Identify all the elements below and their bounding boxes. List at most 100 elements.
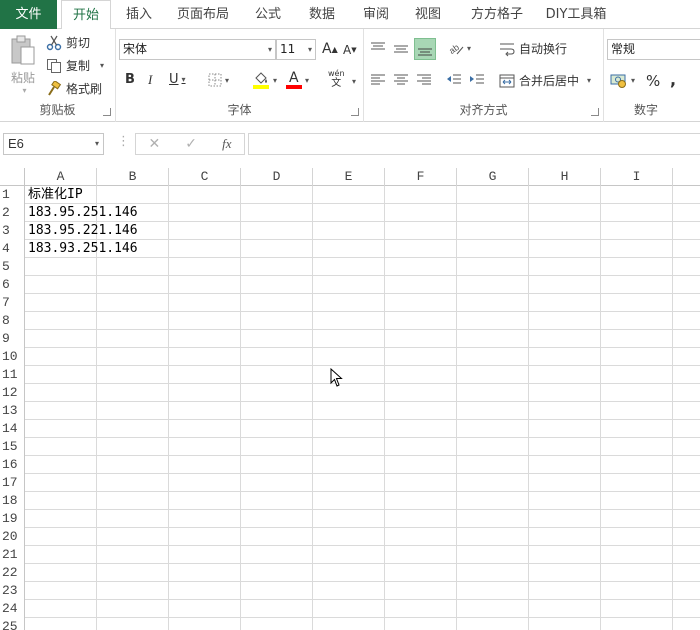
top-align-button[interactable]	[370, 39, 388, 59]
row-header-20[interactable]: 20	[0, 528, 25, 546]
row-header-13[interactable]: 13	[0, 402, 25, 420]
font-color-button[interactable]: A ▾	[286, 70, 309, 89]
row-header-21[interactable]: 21	[0, 546, 25, 564]
borders-button[interactable]: ▾	[208, 73, 229, 87]
formula-input[interactable]	[248, 133, 700, 155]
underline-dropdown-icon[interactable]: ▾	[182, 75, 186, 84]
row-header-8[interactable]: 8	[0, 312, 25, 330]
cell-a3[interactable]: 183.95.221.146	[25, 222, 138, 240]
row-header-16[interactable]: 16	[0, 456, 25, 474]
merge-center-button[interactable]: 合并后居中 ▾	[499, 72, 591, 89]
column-header-h[interactable]: H	[529, 168, 601, 186]
row-header-24[interactable]: 24	[0, 600, 25, 618]
row-header-11[interactable]: 11	[0, 366, 25, 384]
cell-a1[interactable]: 标准化IP	[25, 186, 83, 204]
font-name-dropdown-icon[interactable]: ▾	[268, 40, 272, 59]
align-left-button[interactable]	[370, 73, 386, 87]
tab-home[interactable]: 开始	[61, 0, 111, 30]
font-color-dropdown-icon[interactable]: ▾	[305, 76, 309, 85]
row-header-6[interactable]: 6	[0, 276, 25, 294]
wrap-text-button[interactable]: 自动换行	[499, 40, 567, 57]
shrink-font-button[interactable]: A ▼	[343, 43, 357, 57]
font-name-combo[interactable]: 宋体 ▾	[119, 39, 276, 60]
column-header-g[interactable]: G	[457, 168, 529, 186]
row-header-25[interactable]: 25	[0, 618, 25, 630]
row-header-19[interactable]: 19	[0, 510, 25, 528]
row-header-23[interactable]: 23	[0, 582, 25, 600]
phonetic-guide-button[interactable]: wén 文	[328, 69, 345, 89]
row-header-15[interactable]: 15	[0, 438, 25, 456]
row-header-4[interactable]: 4	[0, 240, 25, 258]
row-header-22[interactable]: 22	[0, 564, 25, 582]
paste-dropdown-icon[interactable]: ▾	[22, 86, 26, 95]
tab-view[interactable]: 视图	[406, 0, 450, 29]
increase-indent-button[interactable]	[469, 73, 485, 87]
font-dialog-launcher-icon[interactable]	[351, 108, 359, 116]
italic-button[interactable]: I	[148, 72, 152, 88]
underline-button[interactable]: U ▾	[169, 72, 186, 87]
column-header-b[interactable]: B	[97, 168, 169, 186]
column-header-d[interactable]: D	[241, 168, 313, 186]
row-header-9[interactable]: 9	[0, 330, 25, 348]
align-right-button[interactable]	[416, 73, 432, 87]
row-header-14[interactable]: 14	[0, 420, 25, 438]
cell-a4[interactable]: 183.93.251.146	[25, 240, 138, 258]
tab-file[interactable]: 文件	[0, 0, 57, 29]
borders-dropdown-icon[interactable]: ▾	[225, 76, 229, 85]
format-painter-button[interactable]: 格式刷	[46, 80, 102, 97]
font-size-combo[interactable]: 11 ▾	[276, 39, 316, 60]
column-header-e[interactable]: E	[313, 168, 385, 186]
formula-bar-grip-icon[interactable]: ⋮	[117, 134, 130, 149]
orientation-dropdown-icon[interactable]: ▾	[467, 44, 471, 53]
orientation-button[interactable]: ab ▾	[448, 40, 471, 56]
tab-review[interactable]: 审阅	[354, 0, 398, 29]
cell-a2[interactable]: 183.95.251.146	[25, 204, 138, 222]
row-header-7[interactable]: 7	[0, 294, 25, 312]
accounting-dropdown-icon[interactable]: ▾	[631, 76, 635, 85]
name-box-dropdown-icon[interactable]: ▾	[95, 134, 99, 154]
clipboard-dialog-launcher-icon[interactable]	[103, 108, 111, 116]
decrease-indent-button[interactable]	[446, 73, 462, 87]
grow-font-button[interactable]: A ▲	[322, 41, 338, 57]
fill-color-dropdown-icon[interactable]: ▾	[273, 76, 277, 85]
row-header-3[interactable]: 3	[0, 222, 25, 240]
alignment-dialog-launcher-icon[interactable]	[591, 108, 599, 116]
tab-diy-toolbox[interactable]: DIY工具箱	[540, 0, 612, 29]
row-header-18[interactable]: 18	[0, 492, 25, 510]
bold-button[interactable]: B	[125, 72, 135, 87]
number-format-combo[interactable]: 常规	[607, 39, 700, 60]
cancel-icon[interactable]: ✕	[149, 136, 161, 152]
bottom-align-button[interactable]	[414, 38, 436, 60]
tab-fangfang-gezi[interactable]: 方方格子	[460, 0, 534, 29]
name-box[interactable]: E6 ▾	[3, 133, 104, 155]
row-header-2[interactable]: 2	[0, 204, 25, 222]
row-header-10[interactable]: 10	[0, 348, 25, 366]
column-header-f[interactable]: F	[385, 168, 457, 186]
column-header-i[interactable]: I	[601, 168, 673, 186]
column-header-a[interactable]: A	[25, 168, 97, 186]
row-header-1[interactable]: 1	[0, 186, 25, 204]
insert-function-icon[interactable]: fx	[222, 136, 231, 152]
paste-button[interactable]: 粘贴 ▾	[6, 35, 40, 99]
cut-button[interactable]: 剪切	[46, 34, 90, 51]
column-header-c[interactable]: C	[169, 168, 241, 186]
align-center-button[interactable]	[393, 73, 409, 87]
fill-color-button[interactable]: ▾	[252, 71, 277, 89]
tab-insert[interactable]: 插入	[115, 0, 163, 29]
accounting-format-button[interactable]: ▾	[610, 72, 635, 88]
row-header-17[interactable]: 17	[0, 474, 25, 492]
enter-icon[interactable]: ✓	[185, 136, 197, 152]
cell-area[interactable]: 标准化IP 183.95.251.146 183.95.221.146 183.…	[25, 186, 700, 630]
copy-dropdown-icon[interactable]: ▾	[100, 61, 104, 70]
select-all-corner[interactable]	[0, 168, 25, 186]
percent-style-button[interactable]: %	[646, 72, 660, 90]
merge-center-dropdown-icon[interactable]: ▾	[587, 76, 591, 85]
row-header-5[interactable]: 5	[0, 258, 25, 276]
tab-page-layout[interactable]: 页面布局	[170, 0, 236, 29]
tab-formulas[interactable]: 公式	[246, 0, 290, 29]
row-header-12[interactable]: 12	[0, 384, 25, 402]
phonetic-dropdown-icon[interactable]: ▾	[352, 77, 356, 86]
tab-data[interactable]: 数据	[300, 0, 344, 29]
copy-button[interactable]: 复制 ▾	[46, 57, 104, 74]
middle-align-button[interactable]	[393, 39, 411, 59]
